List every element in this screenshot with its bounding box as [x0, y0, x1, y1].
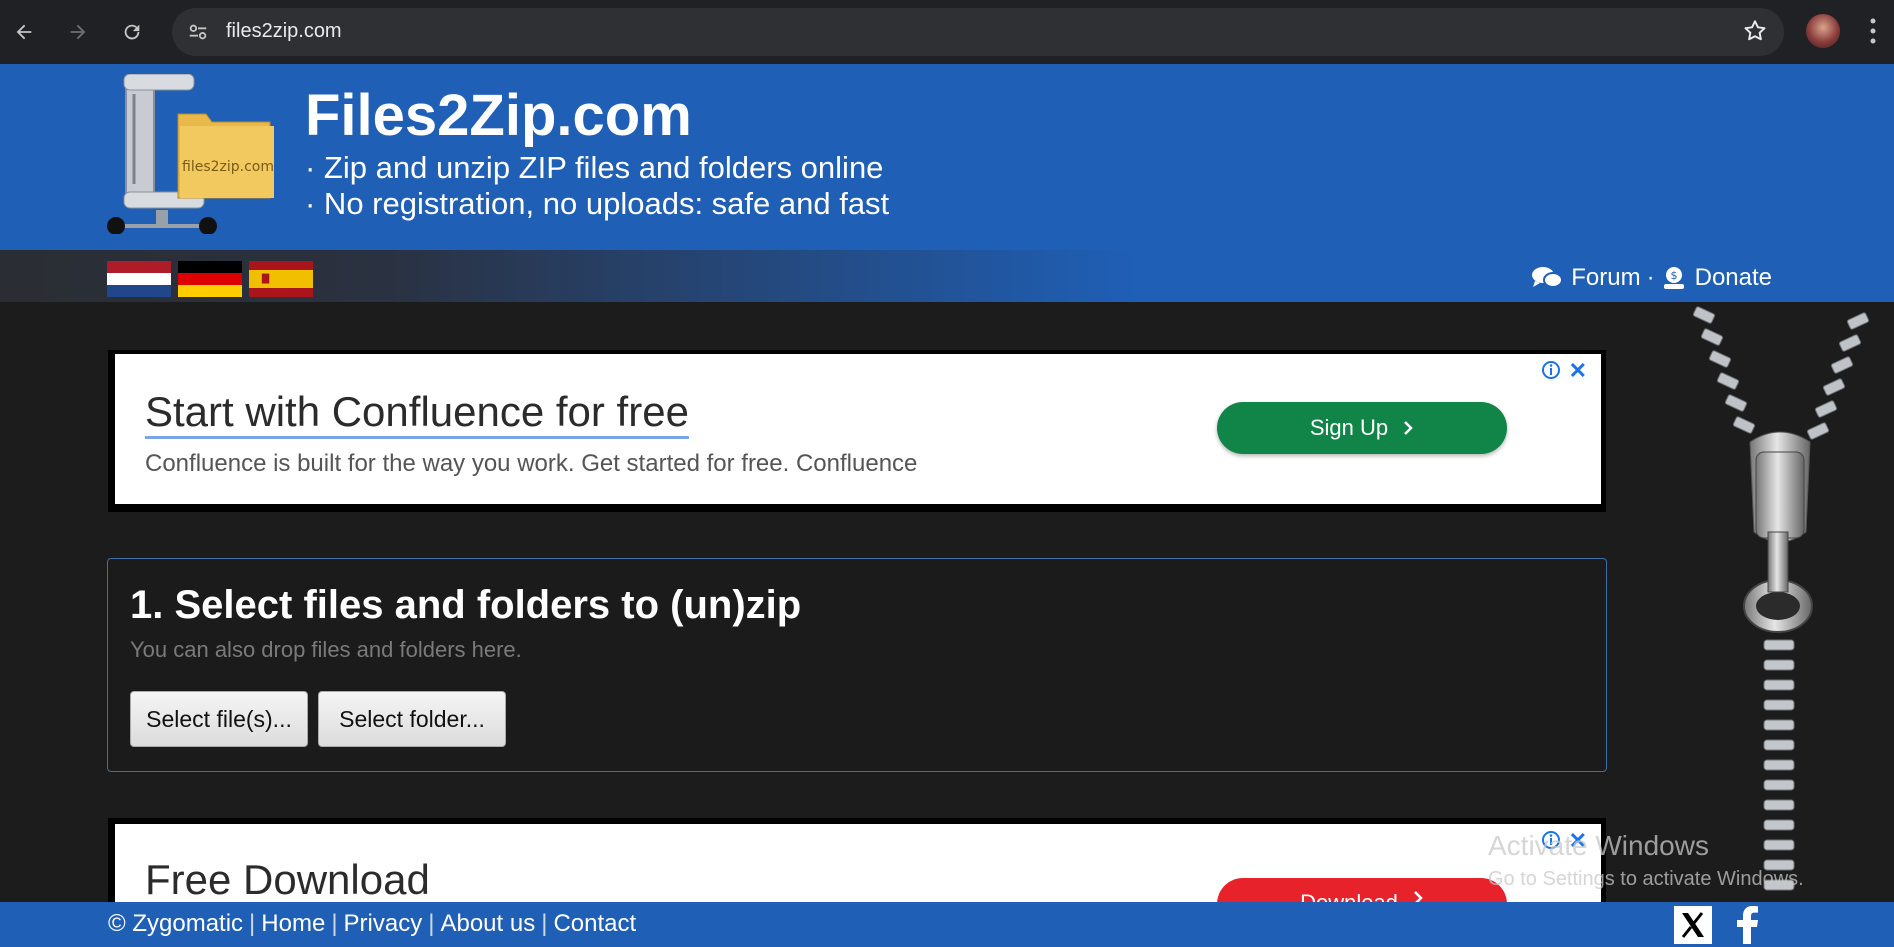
home-link[interactable]: Home	[261, 910, 325, 938]
back-icon[interactable]	[6, 14, 42, 50]
select-folder-button[interactable]: Select folder...	[318, 691, 506, 747]
donate-icon: $	[1663, 267, 1684, 289]
contact-link[interactable]: Contact	[553, 910, 636, 938]
logo-icon[interactable]: files2zip.com	[104, 73, 284, 235]
donate-link[interactable]: $ Donate	[1661, 264, 1772, 292]
tagline-safe: · No registration, no uploads: safe and …	[305, 186, 890, 221]
chevron-right-icon	[1414, 891, 1423, 902]
reload-icon[interactable]	[114, 14, 150, 50]
site-title[interactable]: Files2Zip.com	[305, 82, 692, 149]
flag-german-icon[interactable]	[178, 261, 242, 297]
zipper-graphic	[1692, 306, 1870, 891]
sign-up-label: Sign Up	[1309, 415, 1389, 440]
watermark-subtitle: Go to Settings to activate Windows.	[1488, 868, 1804, 890]
site-info-icon[interactable]	[182, 16, 214, 48]
copyright-link[interactable]: © Zygomatic	[108, 910, 243, 938]
ad-banner[interactable]: Start with Confluence for free Confluenc…	[108, 350, 1606, 512]
avatar[interactable]	[1806, 14, 1840, 48]
menu-icon[interactable]	[1868, 16, 1878, 51]
url-text[interactable]: files2zip.com	[226, 20, 342, 43]
ad-content[interactable]: Start with Confluence for free Confluenc…	[115, 354, 1601, 504]
site-header: files2zip.com Files2Zip.com · Zip and un…	[0, 64, 1894, 251]
windows-activation-watermark: Activate Windows Go to Settings to activ…	[1488, 830, 1804, 891]
download-label: Download	[1300, 890, 1398, 902]
facebook-social-icon[interactable]	[1728, 906, 1766, 944]
svg-text:files2zip.com: files2zip.com	[182, 159, 274, 175]
site-footer: © Zygomatic | Home | Privacy | About us …	[0, 902, 1894, 947]
footer-separator: |	[249, 910, 256, 937]
ad-close-icon[interactable]: ✕	[1569, 358, 1587, 384]
drop-hint: You can also drop files and folders here…	[130, 637, 522, 662]
footer-separator: |	[331, 910, 338, 937]
panel-title: 1. Select files and folders to (un)zip	[130, 583, 802, 627]
ad-content-download[interactable]: Free Download Download ✕	[115, 824, 1601, 902]
download-button[interactable]: Download	[1217, 878, 1507, 902]
tagline-zip: · Zip and unzip ZIP files and folders on…	[305, 150, 884, 185]
donate-label: Donate	[1694, 264, 1772, 291]
privacy-link[interactable]: Privacy	[344, 910, 423, 938]
browser-toolbar: files2zip.com	[0, 0, 1894, 64]
ad-title[interactable]: Start with Confluence for free	[145, 388, 689, 439]
select-panel[interactable]: 1. Select files and folders to (un)zip Y…	[107, 558, 1607, 772]
forward-icon[interactable]	[60, 14, 96, 50]
address-bar[interactable]: files2zip.com	[172, 8, 1784, 56]
ad-banner-download[interactable]: Free Download Download ✕	[108, 818, 1606, 902]
ad2-title[interactable]: Free Download	[145, 856, 430, 902]
svg-text:$: $	[1670, 269, 1677, 282]
star-icon[interactable]	[1742, 18, 1768, 49]
flag-spanish-icon[interactable]	[249, 261, 313, 297]
ad-description: Confluence is built for the way you work…	[145, 450, 918, 477]
sign-up-button[interactable]: Sign Up	[1217, 402, 1507, 454]
chevron-right-icon	[1404, 421, 1413, 435]
forum-link[interactable]: Forum	[1531, 264, 1641, 292]
footer-separator: |	[541, 910, 548, 937]
top-nav: Forum · $ Donate	[1531, 264, 1772, 292]
footer-separator: |	[428, 910, 435, 937]
flag-dutch-icon[interactable]	[107, 261, 171, 297]
watermark-title: Activate Windows	[1488, 830, 1709, 861]
forum-label: Forum	[1571, 264, 1641, 291]
ad-info-icon[interactable]	[1541, 360, 1561, 380]
about-link[interactable]: About us	[440, 910, 535, 938]
x-social-icon[interactable]	[1674, 906, 1712, 944]
select-files-button[interactable]: Select file(s)...	[130, 691, 308, 747]
footer-links: © Zygomatic | Home | Privacy | About us …	[108, 910, 636, 938]
nav-separator: ·	[1646, 264, 1655, 291]
forum-icon	[1532, 267, 1564, 288]
